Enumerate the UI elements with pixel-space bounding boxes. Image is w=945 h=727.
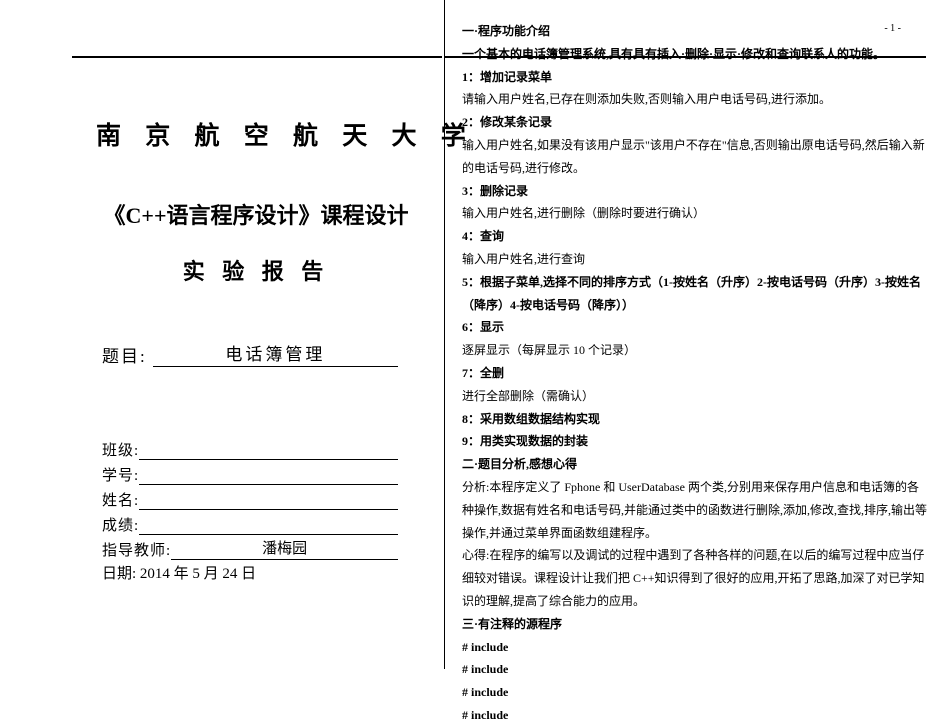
feature-9: 9：用类实现数据的封装	[462, 430, 927, 453]
class-label: 班级:	[102, 439, 139, 460]
cover-page: 南 京 航 空 航 天 大 学 《C++语言程序设计》课程设计 实 验 报 告 …	[0, 0, 444, 669]
advisor-label: 指导教师:	[102, 539, 171, 560]
class-value	[139, 458, 398, 460]
analysis-body: 分析:本程序定义了 Fphone 和 UserDatabase 两个类,分别用来…	[462, 476, 927, 544]
feature-5: 5：根据子菜单,选择不同的排序方式（1-按姓名（升序）2-按电话号码（升序）3-…	[462, 271, 927, 317]
name-label: 姓名:	[102, 489, 139, 510]
include-2: # include	[462, 658, 927, 681]
feature-1-body: 请输入用户姓名,已存在则添加失败,否则输入用户电话号码,进行添加。	[462, 88, 927, 111]
feature-7-body: 进行全部删除（需确认）	[462, 385, 927, 408]
feel-body: 心得:在程序的编写以及调试的过程中遇到了各种各样的问题,在以后的编写过程中应当仔…	[462, 544, 927, 612]
feature-2-body: 输入用户姓名,如果没有该用户显示"该用户不存在"信息,否则输出原电话号码,然后输…	[462, 134, 927, 180]
title-value: 电话簿管理	[153, 340, 398, 367]
feature-4: 4：查询	[462, 225, 927, 248]
feature-1: 1：增加记录菜单	[462, 66, 927, 89]
field-name: 姓名:	[96, 487, 416, 510]
field-id: 学号:	[96, 462, 416, 485]
feature-6-body: 逐屏显示（每屏显示 10 个记录）	[462, 339, 927, 362]
content-page: - 1 - 一·程序功能介绍 一个基本的电话簿管理系统,具有具有插入·删除·显示…	[444, 0, 945, 669]
course-title: 《C++语言程序设计》课程设计	[96, 198, 416, 230]
field-class: 班级:	[96, 437, 416, 460]
title-label: 题目:	[102, 342, 147, 367]
feature-4-body: 输入用户姓名,进行查询	[462, 248, 927, 271]
name-value	[139, 508, 398, 510]
field-grade: 成绩:	[96, 512, 416, 535]
intro-desc: 一个基本的电话簿管理系统,具有具有插入·删除·显示·修改和查询联系人的功能。	[462, 43, 927, 66]
include-1: # include	[462, 636, 927, 659]
advisor-value: 潘梅园	[171, 537, 398, 560]
include-4: # include	[462, 704, 927, 727]
section-2-heading: 二·题目分析,感想心得	[462, 453, 927, 476]
date-row: 日期: 2014 年 5 月 24 日	[96, 562, 416, 583]
project-title-row: 题目: 电话簿管理	[96, 340, 416, 367]
include-3: # include	[462, 681, 927, 704]
feature-6: 6：显示	[462, 316, 927, 339]
feature-3: 3：删除记录	[462, 180, 927, 203]
report-heading: 实 验 报 告	[96, 254, 416, 286]
grade-value	[139, 533, 398, 535]
page-spread: 南 京 航 空 航 天 大 学 《C++语言程序设计》课程设计 实 验 报 告 …	[0, 0, 945, 669]
id-label: 学号:	[102, 464, 139, 485]
feature-2: 2：修改某条记录	[462, 111, 927, 134]
feature-3-body: 输入用户姓名,进行删除（删除时要进行确认）	[462, 202, 927, 225]
grade-label: 成绩:	[102, 514, 139, 535]
feature-8: 8：采用数组数据结构实现	[462, 408, 927, 431]
university-name: 南 京 航 空 航 天 大 学	[96, 116, 416, 152]
page-indicator: - 1 -	[884, 19, 901, 38]
section-1-heading: 一·程序功能介绍	[462, 20, 927, 43]
section-3-heading: 三·有注释的源程序	[462, 613, 927, 636]
field-advisor: 指导教师: 潘梅园	[96, 537, 416, 560]
feature-7: 7：全删	[462, 362, 927, 385]
id-value	[139, 483, 398, 485]
